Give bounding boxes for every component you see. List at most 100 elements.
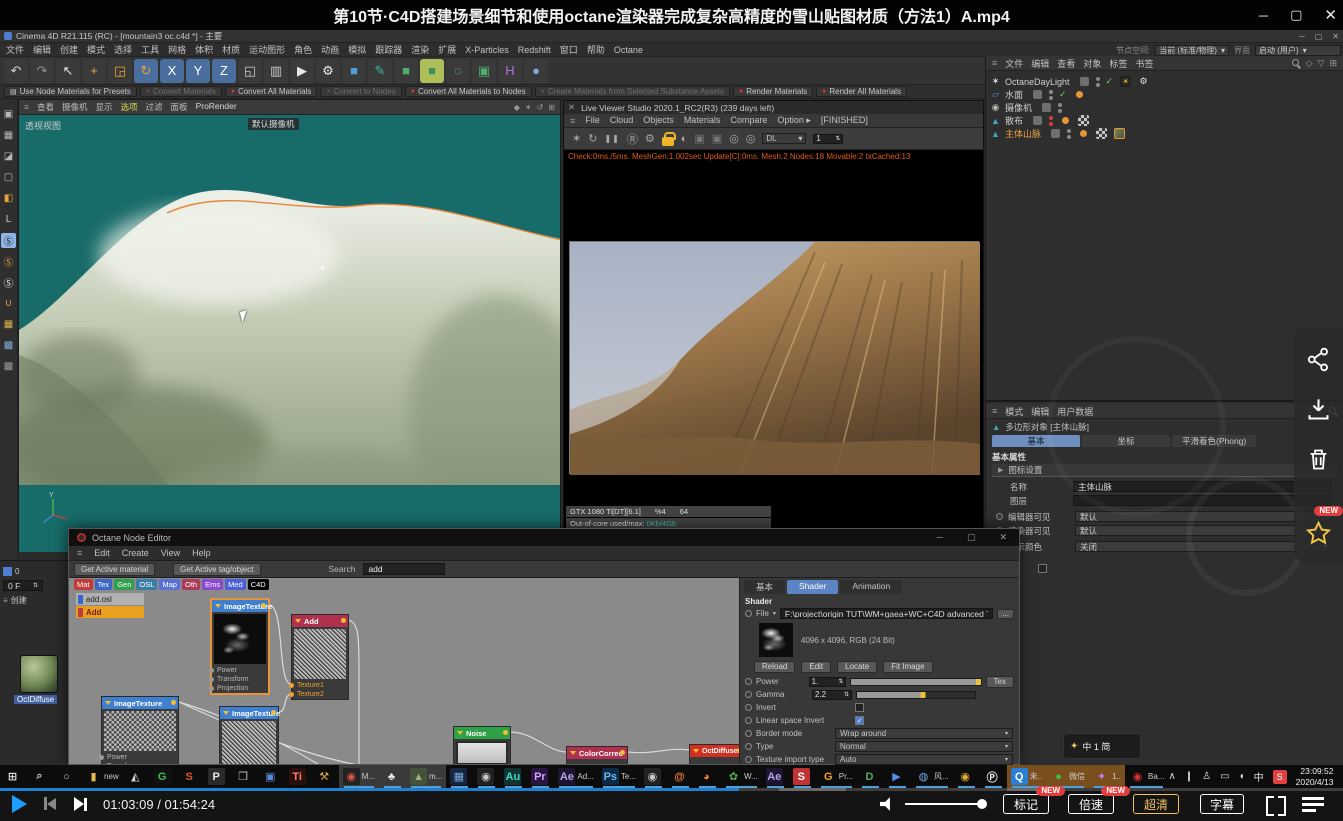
menu-item[interactable]: View — [161, 548, 180, 558]
mode-icon[interactable]: ◧ — [1, 191, 16, 206]
material-name[interactable]: OctDiffuse — [14, 695, 57, 704]
material-tag-icon[interactable] — [1074, 89, 1085, 100]
tray-icon[interactable]: ▭ — [1220, 771, 1229, 782]
menu-item[interactable]: 查看 — [37, 101, 54, 113]
previous-button[interactable] — [44, 797, 56, 810]
hamburger-icon[interactable]: ≡ — [24, 102, 29, 112]
tray-icon[interactable]: ◖ — [1239, 771, 1245, 782]
port-power[interactable]: Power — [212, 666, 268, 675]
toolbar-icon[interactable]: ● — [524, 59, 548, 83]
node-imagetexture-3[interactable]: ImageTexture Power Transform — [101, 696, 179, 764]
invert-checkbox[interactable] — [855, 703, 864, 712]
port-texture1[interactable]: Texture1 — [292, 681, 348, 690]
category-tab[interactable]: Gen — [114, 579, 134, 590]
gamma-input[interactable]: 2.2⇅ — [812, 690, 852, 700]
edit-toggle[interactable] — [1033, 90, 1042, 99]
category-tab[interactable]: Mat — [74, 579, 93, 590]
material-tag-icon[interactable] — [1078, 128, 1089, 139]
mode-icon[interactable]: Ⓢ — [1, 275, 16, 290]
mode-icon[interactable]: ▩ — [1, 359, 16, 374]
camera-label[interactable]: 默认摄像机 — [248, 118, 299, 130]
taskbar-item[interactable]: Au — [500, 765, 527, 788]
pin-icon[interactable]: ◆ — [514, 103, 520, 112]
picker-icon[interactable]: ◎ — [729, 132, 739, 145]
c4d-close-button[interactable]: ✕ — [1332, 32, 1339, 41]
category-tab[interactable]: C4D — [248, 579, 269, 590]
layout-select[interactable]: 启动 (用户)▾ — [1255, 45, 1341, 56]
close-button[interactable]: ✕ — [999, 532, 1007, 543]
toolbar-icon[interactable]: ↷ — [30, 59, 54, 83]
get-active-tag-button[interactable]: Get Active tag/object — [173, 563, 260, 576]
visibility-dots[interactable] — [1096, 77, 1100, 87]
menu-item[interactable]: 动画 — [321, 43, 339, 56]
taskbar-item[interactable]: Q 未.. — [1007, 765, 1046, 788]
tab-shader[interactable]: Shader — [787, 580, 838, 594]
keyframe-dot[interactable] — [745, 730, 752, 737]
object-row-selected[interactable]: ▲ 主体山脉 — [986, 127, 1343, 140]
toolbar-icon[interactable]: H — [498, 59, 522, 83]
taskbar-item[interactable]: Ae Ad... — [554, 765, 597, 788]
sogou-icon[interactable]: S — [1273, 770, 1287, 784]
fullscreen-icon[interactable] — [1266, 796, 1286, 812]
material-toolbar-button[interactable]: ▤ Use Node Materials for Presets — [4, 86, 137, 97]
menu-item[interactable]: 对象 — [1083, 57, 1101, 70]
get-active-material-button[interactable]: Get Active material — [74, 563, 155, 576]
tab-animation[interactable]: Animation — [840, 580, 902, 594]
maximize-button[interactable]: ▢ — [967, 532, 976, 543]
daylight-tag-icon[interactable]: ☀ — [1120, 76, 1131, 87]
quality-button[interactable]: 超清 — [1133, 794, 1179, 814]
taskbar-item[interactable]: ✿ W... — [721, 765, 762, 788]
taskbar-item[interactable]: Pr — [527, 765, 554, 788]
mode-icon[interactable]: ▦ — [1, 317, 16, 332]
taskbar-item[interactable]: G Pr... — [816, 765, 857, 788]
power-input[interactable]: 1.⇅ — [809, 677, 847, 687]
menu-item[interactable]: 标签 — [1109, 57, 1127, 70]
tab-basic[interactable]: 基本 — [992, 435, 1080, 447]
toolbar-icon[interactable]: X — [160, 59, 184, 83]
menu-item[interactable]: Compare — [730, 115, 767, 126]
minimize-button[interactable]: ─ — [1259, 8, 1268, 23]
toolbar-icon[interactable]: ◲ — [108, 59, 132, 83]
close-button[interactable]: ✕ — [1324, 6, 1337, 24]
material-toolbar-button[interactable]: ● Render Materials — [733, 86, 813, 97]
taskbar-item[interactable]: ◉ — [473, 765, 500, 788]
material-thumbnail[interactable] — [20, 655, 58, 693]
ime-indicator[interactable]: 中 — [1254, 769, 1264, 784]
edit-toggle[interactable] — [1051, 129, 1060, 138]
edit-toggle[interactable] — [1080, 77, 1089, 86]
node-add[interactable]: Add Texture1 Texture2 — [291, 614, 349, 700]
texture-tag-icon[interactable] — [1078, 115, 1089, 126]
keyframe-dot[interactable] — [996, 513, 1003, 520]
taskbar-item[interactable]: ◍ 风... — [911, 765, 953, 788]
toolbar-icon[interactable]: ✎ — [368, 59, 392, 83]
toolbar-icon[interactable]: Y — [186, 59, 210, 83]
taskbar-item[interactable]: ◉ — [640, 765, 667, 788]
material-toolbar-button[interactable]: ● Convert Materials — [140, 86, 222, 97]
menu-item[interactable]: 面板 — [171, 101, 188, 113]
toolbar-icon[interactable]: ▥ — [264, 59, 288, 83]
port-transform[interactable]: Transform — [102, 762, 178, 764]
material-toolbar-button[interactable]: ● Convert All Materials to Nodes — [405, 86, 532, 97]
c4d-maximize-button[interactable]: ▢ — [1315, 32, 1323, 41]
mode-icon[interactable]: ▢ — [1, 170, 16, 185]
taskbar-item[interactable]: ◕ — [694, 765, 721, 788]
volume-icon[interactable] — [880, 797, 896, 811]
mark-button[interactable]: 标记 NEW — [1003, 794, 1049, 814]
menu-item[interactable]: 运动图形 — [249, 43, 285, 56]
minimize-button[interactable]: ─ — [937, 532, 943, 543]
object-row[interactable]: ▱ 水面 ✓ — [986, 88, 1343, 101]
taskbar-item[interactable]: G — [150, 765, 177, 788]
tray-icon[interactable]: ❙ — [1185, 771, 1193, 782]
material-tag-icon[interactable] — [1060, 115, 1071, 126]
port-transform[interactable]: Transform — [212, 675, 268, 684]
polygon-filter-icon[interactable]: ◇ — [1306, 58, 1313, 69]
reset-icon[interactable]: ↺ — [537, 103, 544, 112]
search-result-add[interactable]: Add — [76, 606, 144, 618]
keyframe-dot[interactable] — [745, 704, 752, 711]
focus-icon[interactable]: ✶ — [572, 132, 581, 145]
mode-icon[interactable]: ◪ — [1, 149, 16, 164]
menu-item[interactable]: 文件 — [6, 43, 24, 56]
taskbar-item[interactable]: ▲ m... — [406, 765, 446, 788]
taskbar-item[interactable]: ◉ Ba... — [1125, 765, 1168, 788]
keyframe-dot[interactable] — [745, 756, 752, 763]
